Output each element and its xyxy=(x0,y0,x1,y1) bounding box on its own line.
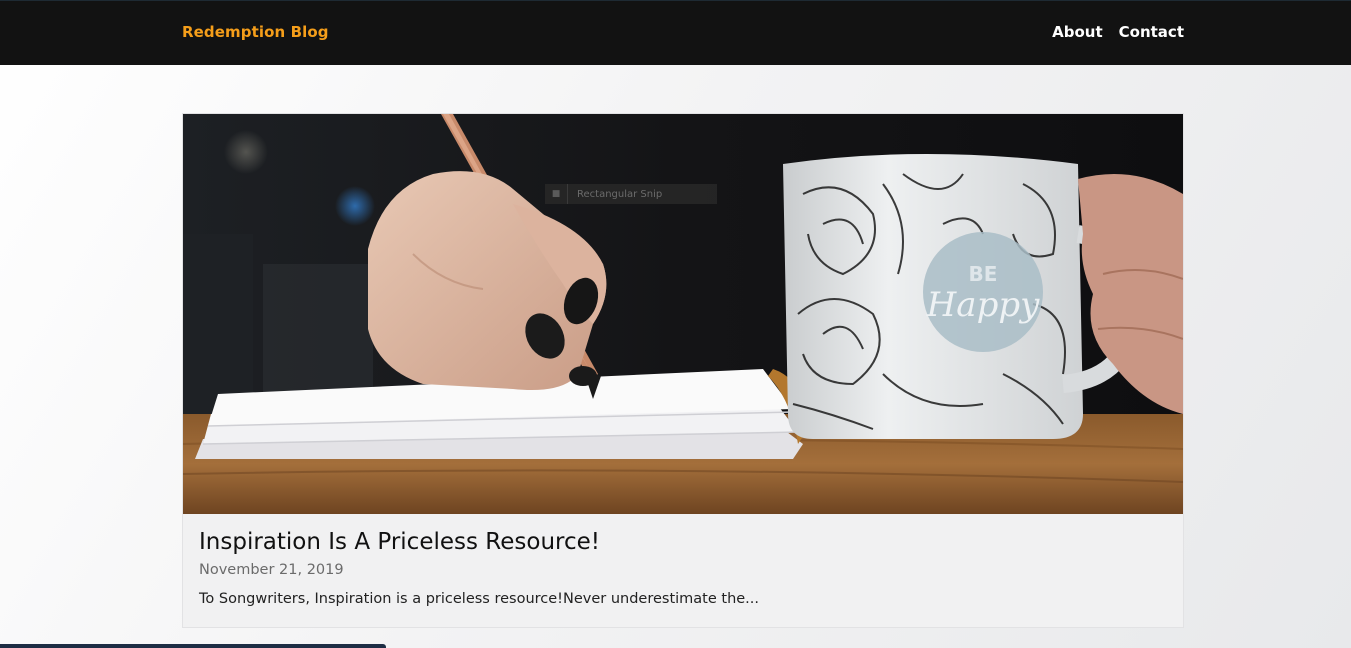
snip-divider xyxy=(567,184,568,204)
top-navbar: Redemption Blog About Contact xyxy=(0,0,1351,65)
nav-about-link[interactable]: About xyxy=(1052,23,1103,41)
hero-photo: BE Happy xyxy=(183,114,1183,514)
mug-text-be: BE xyxy=(969,262,998,286)
post-date: November 21, 2019 xyxy=(199,562,344,578)
post-title-link[interactable]: Inspiration Is A Priceless Resource! xyxy=(199,529,600,555)
rectangular-snip-tooltip: ■ Rectangular Snip xyxy=(545,184,717,204)
bottom-progress-bar xyxy=(0,644,386,648)
post-card[interactable]: BE Happy ■ Rectangular Snip Inspiration … xyxy=(182,113,1184,628)
post-hero-image[interactable]: BE Happy ■ Rectangular Snip xyxy=(183,114,1183,514)
snip-mode-icon: ■ xyxy=(551,189,561,199)
mug-text-happy: Happy xyxy=(926,285,1040,325)
post-excerpt: To Songwriters, Inspiration is a pricele… xyxy=(199,591,760,607)
nav-contact-link[interactable]: Contact xyxy=(1119,23,1184,41)
brand-link[interactable]: Redemption Blog xyxy=(182,23,329,41)
snip-label: Rectangular Snip xyxy=(577,188,663,200)
nav-links: About Contact xyxy=(1052,23,1184,41)
